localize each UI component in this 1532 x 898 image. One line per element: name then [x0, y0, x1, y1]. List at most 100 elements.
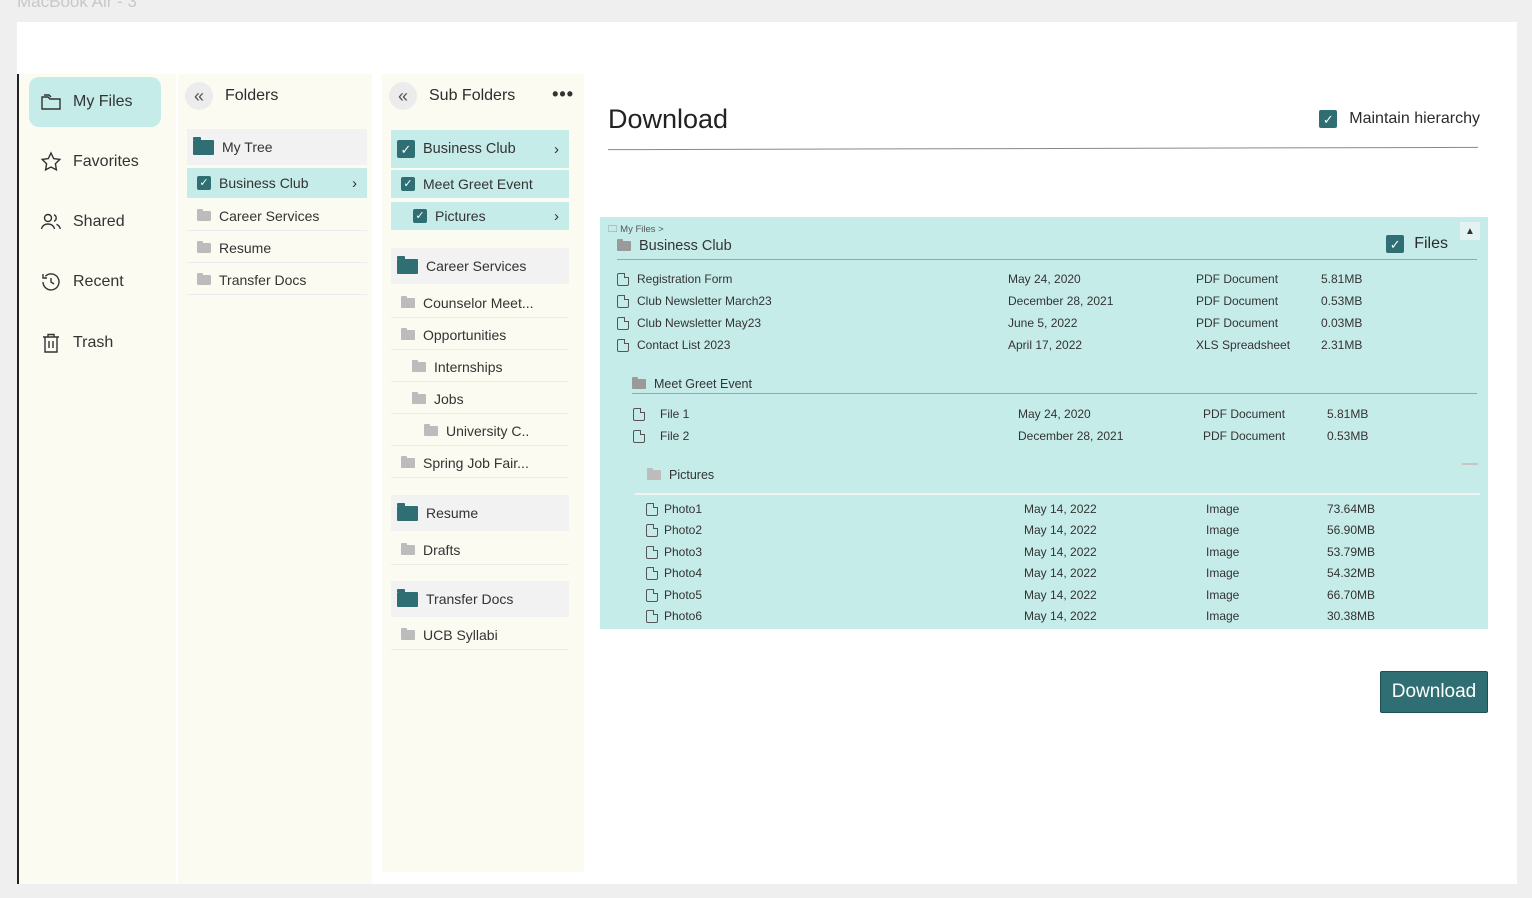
file-size: 5.81MB — [1327, 407, 1369, 421]
files-toggle[interactable]: ✓ Files — [1386, 235, 1448, 253]
file-row[interactable]: Photo3 May 14, 2022 Image 53.79MB — [600, 542, 1488, 564]
folder-item-career-services[interactable]: Career Services — [187, 201, 367, 231]
checkbox-checked-icon[interactable]: ✓ — [413, 209, 427, 223]
checkbox-checked-icon[interactable]: ✓ — [401, 177, 415, 191]
subfolder-item-opportunities[interactable]: Opportunities — [391, 320, 569, 350]
nav-item-trash[interactable]: Trash — [29, 318, 161, 368]
download-button[interactable]: Download — [1380, 671, 1488, 713]
files-toggle-label: Files — [1414, 235, 1448, 252]
nav-item-my-files[interactable]: My Files — [29, 77, 161, 127]
nav-item-shared[interactable]: Shared — [29, 197, 161, 247]
folder-item-my-tree[interactable]: My Tree — [187, 129, 367, 165]
trash-icon — [43, 333, 59, 353]
file-type: PDF Document — [1196, 294, 1279, 308]
file-type: Image — [1206, 566, 1240, 581]
folder-icon — [401, 542, 415, 555]
file-name: Photo4 — [664, 566, 703, 581]
checkbox-checked-icon[interactable]: ✓ — [197, 176, 211, 190]
subfolder-label: Career Services — [426, 258, 527, 274]
nav-item-favorites[interactable]: Favorites — [29, 137, 161, 187]
subfolder-label: Spring Job Fair... — [423, 454, 529, 471]
file-icon — [646, 567, 658, 581]
checkbox-checked-icon[interactable]: ✓ — [1386, 235, 1405, 253]
folder-icon — [397, 502, 418, 521]
file-row[interactable]: Registration Form May 24, 2020 PDF Documen… — [600, 269, 1488, 291]
scroll-up-arrow-icon[interactable]: ▲ — [1460, 222, 1480, 240]
folder-icon — [397, 588, 418, 607]
subfolder-group-resume[interactable]: Resume — [391, 495, 569, 531]
folder-icon — [412, 359, 426, 372]
folder-icon — [401, 455, 415, 468]
file-type: PDF Document — [1203, 428, 1286, 443]
file-row[interactable]: Photo4 May 14, 2022 Image 54.32MB — [600, 563, 1488, 585]
file-date: June 5, 2022 — [1008, 316, 1078, 330]
folders-panel: « Folders My Tree ✓ Business Club › Care… — [178, 74, 372, 884]
file-row[interactable]: Photo2 May 14, 2022 Image 56.90MB — [600, 520, 1488, 542]
sidebar-nav: My Files Favorites Shared Recent Trash — [19, 74, 176, 884]
file-icon — [633, 408, 645, 421]
folder-icon — [647, 468, 661, 480]
file-icon — [646, 545, 658, 559]
nav-item-recent[interactable]: Recent — [29, 257, 161, 307]
checkbox-checked-icon[interactable]: ✓ — [1319, 110, 1338, 128]
subfolders-title: Sub Folders — [429, 87, 516, 104]
subfolder-item-business-club[interactable]: ✓ Business Club › — [391, 130, 569, 168]
folder-item-business-club[interactable]: ✓ Business Club › — [187, 168, 367, 198]
file-name: File 1 — [660, 407, 690, 421]
file-icon — [617, 339, 629, 352]
file-row[interactable]: File 1 May 24, 2020 PDF Document 5.81MB — [600, 404, 1488, 426]
section-title: Business Club — [639, 238, 732, 254]
breadcrumb-text: My Files > — [620, 224, 664, 235]
file-row[interactable]: Club Newsletter May23 June 5, 2022 PDF Doc… — [600, 313, 1488, 335]
chevron-right-icon: › — [554, 207, 559, 225]
nav-label: Shared — [73, 213, 125, 230]
file-row[interactable]: Club Newsletter March23 December 28, 2021… — [600, 291, 1488, 313]
folder-item-resume[interactable]: Resume — [187, 233, 367, 263]
subfolder-item-spring-job-fair[interactable]: Spring Job Fair... — [391, 448, 569, 478]
folder-icon — [41, 94, 61, 110]
file-row[interactable]: Photo1 May 14, 2022 Image 73.64MB — [600, 499, 1488, 521]
subfolder-group-transfer-docs[interactable]: Transfer Docs — [391, 581, 569, 617]
file-row[interactable]: Photo6 May 14, 2022 Image 30.38MB — [600, 606, 1488, 628]
maintain-hierarchy-label: Maintain hierarchy — [1349, 110, 1480, 127]
subfolder-item-counselor-meet[interactable]: Counselor Meet... — [391, 288, 569, 318]
subfolder-item-drafts[interactable]: Drafts — [391, 535, 569, 565]
file-name: Photo2 — [664, 523, 703, 538]
file-type: Image — [1206, 587, 1240, 602]
subfolder-item-meet-greet-event[interactable]: ✓ Meet Greet Event — [391, 170, 569, 198]
file-type: PDF Document — [1203, 407, 1286, 421]
folder-label: Career Services — [219, 207, 320, 224]
subfolder-label: University C.. — [446, 422, 530, 439]
file-date: May 14, 2022 — [1024, 523, 1097, 538]
checkbox-checked-icon[interactable]: ✓ — [397, 140, 415, 158]
collapse-folders-button[interactable]: « — [185, 82, 213, 110]
file-row[interactable]: File 2 December 28, 2021 PDF Document 0.53M… — [600, 426, 1488, 448]
collapse-subfolders-button[interactable]: « — [389, 82, 417, 110]
folder-label: Business Club — [219, 175, 309, 191]
file-date: May 14, 2022 — [1024, 502, 1097, 516]
subfolders-header: « Sub Folders — [389, 82, 515, 110]
section-title: Pictures — [669, 468, 715, 482]
subfolder-item-ucb-syllabi[interactable]: UCB Syllabi — [391, 620, 569, 650]
subfolder-item-university[interactable]: University C.. — [391, 416, 569, 446]
subfolder-item-internships[interactable]: Internships — [391, 352, 569, 382]
ellipsis-icon[interactable]: ••• — [552, 84, 574, 105]
collapse-minus-icon[interactable] — [1462, 463, 1478, 465]
maintain-hierarchy-option[interactable]: ✓ Maintain hierarchy — [1319, 110, 1480, 128]
users-icon — [40, 213, 61, 230]
file-row[interactable]: Contact List 2023 April 17, 2022 XLS Sprea… — [600, 335, 1488, 357]
breadcrumb[interactable]: 🗀 My Files > — [608, 222, 664, 238]
nav-label: My Files — [73, 93, 133, 110]
subfolder-item-pictures[interactable]: ✓ Pictures › — [391, 202, 569, 230]
file-size: 0.53MB — [1321, 294, 1363, 308]
section-divider — [632, 393, 1477, 394]
file-name: Contact List 2023 — [637, 338, 731, 352]
file-icon — [617, 295, 629, 308]
folder-item-transfer-docs[interactable]: Transfer Docs — [187, 265, 367, 295]
subfolder-label: Internships — [434, 358, 503, 375]
chevron-right-icon: › — [554, 140, 559, 158]
subfolder-item-jobs[interactable]: Jobs — [391, 384, 569, 414]
subfolder-group-career-services[interactable]: Career Services — [391, 248, 569, 284]
subfolder-label: Drafts — [423, 541, 461, 558]
file-row[interactable]: Photo5 May 14, 2022 Image 66.70MB — [600, 585, 1488, 607]
